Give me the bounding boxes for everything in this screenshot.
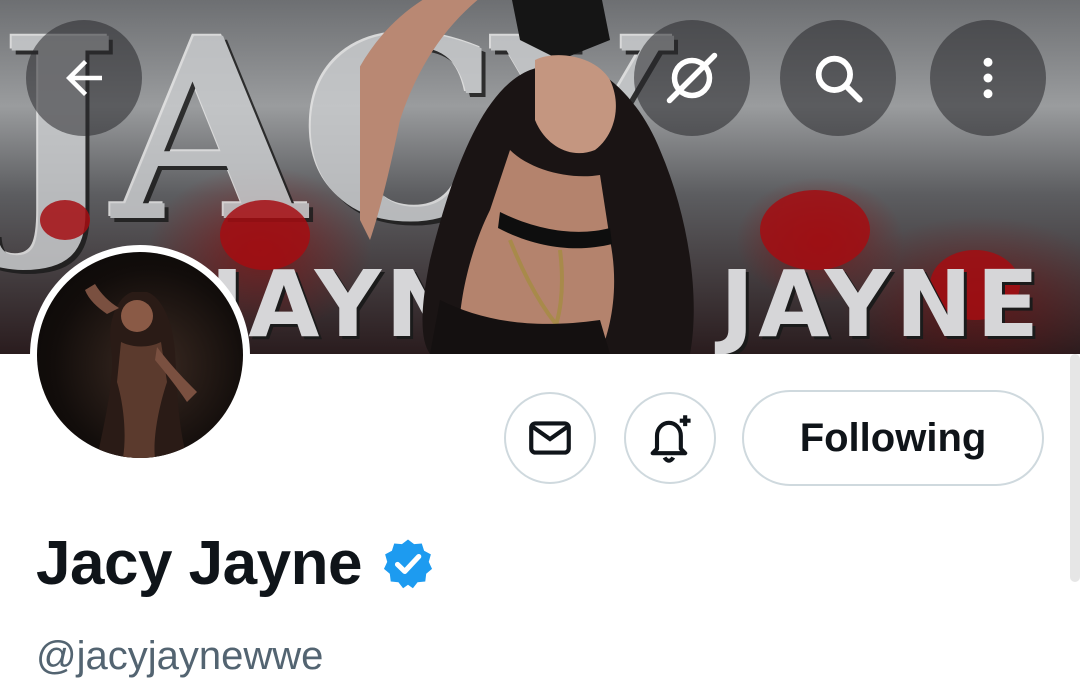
more-vertical-icon (983, 57, 993, 99)
message-button[interactable] (504, 392, 596, 484)
display-name-text: Jacy Jayne (36, 529, 362, 598)
profile-handle: @jacyjaynewwe (36, 634, 324, 678)
banner-sub-text-right: JAYNE (720, 251, 1044, 354)
grok-button[interactable] (634, 20, 750, 136)
profile-display-name: Jacy Jayne (36, 526, 436, 602)
envelope-icon (529, 421, 571, 455)
bell-plus-icon (650, 415, 691, 463)
avatar-photo (85, 284, 197, 458)
notifications-button[interactable] (624, 392, 716, 484)
search-button[interactable] (780, 20, 896, 136)
grok-icon (666, 52, 718, 104)
following-label: Following (799, 415, 987, 460)
back-button[interactable] (26, 20, 142, 136)
scrollbar[interactable] (1070, 354, 1080, 582)
more-options-button[interactable] (930, 20, 1046, 136)
search-icon (815, 55, 863, 103)
verified-badge-icon[interactable] (380, 536, 436, 592)
arrow-left-icon (66, 60, 102, 96)
following-button[interactable]: Following (742, 390, 1044, 486)
profile-avatar[interactable] (30, 245, 250, 465)
